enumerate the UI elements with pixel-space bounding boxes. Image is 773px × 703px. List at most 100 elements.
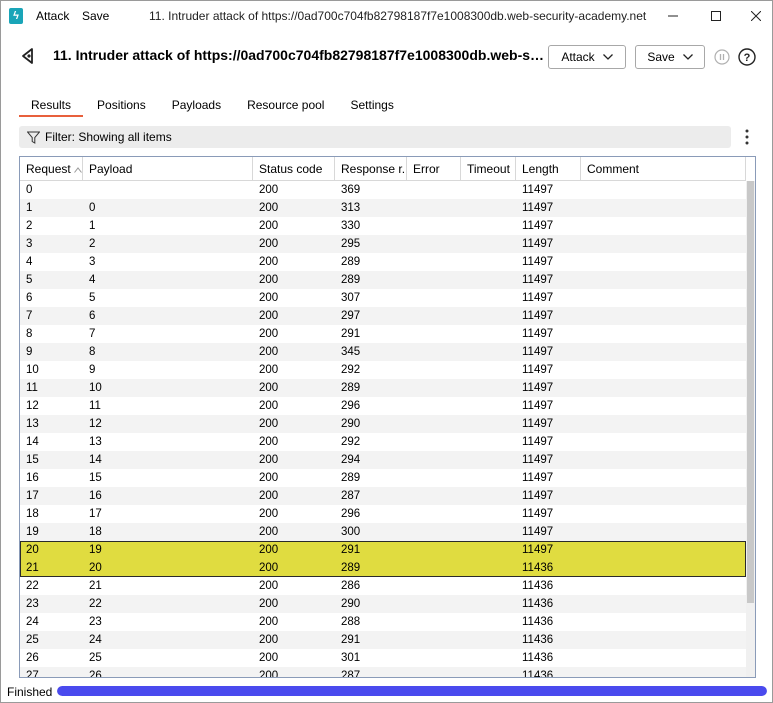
- column-header-status[interactable]: Status code: [253, 157, 335, 181]
- table-row[interactable]: 9 8 200 345 11497: [20, 343, 746, 361]
- cell-payload: 2: [89, 238, 96, 250]
- tab-positions[interactable]: Positions: [85, 95, 158, 117]
- cell-request: 15: [26, 454, 39, 466]
- column-header-request[interactable]: Request: [20, 157, 83, 181]
- help-icon[interactable]: ?: [738, 48, 756, 66]
- menu-save[interactable]: Save: [82, 9, 109, 23]
- close-icon[interactable]: [741, 5, 771, 27]
- cell-length: 11436: [522, 670, 554, 678]
- cell-request: 4: [26, 256, 33, 268]
- tab-results[interactable]: Results: [19, 95, 84, 117]
- attack-button[interactable]: Attack: [548, 45, 626, 69]
- kebab-menu-icon[interactable]: [741, 128, 753, 146]
- cell-payload: 18: [89, 526, 102, 538]
- table-row[interactable]: 15 14 200 294 11497: [20, 451, 746, 469]
- table-row[interactable]: 14 13 200 292 11497: [20, 433, 746, 451]
- table-row[interactable]: 11 10 200 289 11497: [20, 379, 746, 397]
- table-row[interactable]: 2 1 200 330 11497: [20, 217, 746, 235]
- table-row[interactable]: 18 17 200 296 11497: [20, 505, 746, 523]
- cell-status: 200: [259, 292, 279, 304]
- table-row[interactable]: 24 23 200 288 11436: [20, 613, 746, 631]
- table-row[interactable]: 4 3 200 289 11497: [20, 253, 746, 271]
- column-header-label: Request: [26, 162, 71, 176]
- progress-fill: [57, 686, 767, 696]
- burp-app-icon: ϟ: [9, 8, 23, 24]
- table-row[interactable]: 6 5 200 307 11497: [20, 289, 746, 307]
- cell-length: 11497: [522, 310, 554, 322]
- table-row[interactable]: 25 24 200 291 11436: [20, 631, 746, 649]
- tab-payloads[interactable]: Payloads: [160, 95, 233, 117]
- cell-status: 200: [259, 418, 279, 430]
- cell-response: 345: [341, 346, 361, 358]
- menu-attack[interactable]: Attack: [36, 9, 69, 23]
- cell-request: 18: [26, 508, 39, 520]
- column-header-label: Timeout: [467, 162, 510, 176]
- table-row[interactable]: 1 0 200 313 11497: [20, 199, 746, 217]
- cell-length: 11497: [522, 400, 554, 412]
- cell-length: 11436: [522, 652, 554, 664]
- table-row[interactable]: 13 12 200 290 11497: [20, 415, 746, 433]
- table-header: Request Payload Status code Response r... Er…: [20, 157, 746, 181]
- cell-request: 23: [26, 598, 39, 610]
- table-row[interactable]: 5 4 200 289 11497: [20, 271, 746, 289]
- column-header-payload[interactable]: Payload: [83, 157, 253, 181]
- column-header-label: Length: [522, 162, 559, 176]
- table-row[interactable]: 22 21 200 286 11436: [20, 577, 746, 595]
- cell-status: 200: [259, 184, 279, 196]
- back-target-icon[interactable]: [19, 46, 39, 66]
- save-button[interactable]: Save: [635, 45, 705, 69]
- save-button-label: Save: [647, 50, 675, 64]
- minimize-icon[interactable]: [658, 5, 688, 27]
- table-row[interactable]: 21 20 200 289 11436: [20, 559, 746, 577]
- cell-response: 291: [341, 328, 361, 340]
- table-row[interactable]: 0 200 369 11497: [20, 181, 746, 199]
- table-row[interactable]: 16 15 200 289 11497: [20, 469, 746, 487]
- table-row[interactable]: 10 9 200 292 11497: [20, 361, 746, 379]
- cell-status: 200: [259, 544, 279, 556]
- attack-button-label: Attack: [561, 50, 595, 64]
- cell-payload: 13: [89, 436, 102, 448]
- cell-length: 11436: [522, 580, 554, 592]
- table-row[interactable]: 17 16 200 287 11497: [20, 487, 746, 505]
- table-row[interactable]: 8 7 200 291 11497: [20, 325, 746, 343]
- column-header-error[interactable]: Error: [407, 157, 461, 181]
- column-header-response[interactable]: Response r...: [335, 157, 407, 181]
- table-row[interactable]: 19 18 200 300 11497: [20, 523, 746, 541]
- cell-length: 11497: [522, 490, 554, 502]
- maximize-icon[interactable]: [701, 5, 731, 27]
- cell-payload: 24: [89, 634, 102, 646]
- tab-settings[interactable]: Settings: [338, 95, 405, 117]
- vertical-scrollbar[interactable]: [746, 181, 755, 677]
- table-row[interactable]: 26 25 200 301 11436: [20, 649, 746, 667]
- cell-length: 11497: [522, 184, 554, 196]
- filter-bar[interactable]: Filter: Showing all items: [19, 126, 731, 148]
- table-row[interactable]: 23 22 200 290 11436: [20, 595, 746, 613]
- table-row[interactable]: 12 11 200 296 11497: [20, 397, 746, 415]
- cell-response: 292: [341, 436, 361, 448]
- tab-resource-pool[interactable]: Resource pool: [235, 95, 336, 117]
- cell-length: 11497: [522, 328, 554, 340]
- table-row[interactable]: 3 2 200 295 11497: [20, 235, 746, 253]
- cell-request: 26: [26, 652, 39, 664]
- cell-length: 11497: [522, 274, 554, 286]
- cell-response: 291: [341, 544, 361, 556]
- column-header-comment[interactable]: Comment: [581, 157, 746, 181]
- cell-response: 291: [341, 634, 361, 646]
- column-header-timeout[interactable]: Timeout: [461, 157, 516, 181]
- scrollbar-thumb[interactable]: [747, 181, 754, 603]
- cell-response: 287: [341, 670, 361, 678]
- column-header-length[interactable]: Length: [516, 157, 581, 181]
- cell-response: 301: [341, 652, 361, 664]
- table-row[interactable]: 27 26 200 287 11436: [20, 667, 746, 678]
- cell-length: 11497: [522, 256, 554, 268]
- cell-length: 11436: [522, 634, 554, 646]
- cell-payload: 0: [89, 202, 96, 214]
- pause-icon[interactable]: [713, 48, 731, 66]
- status-bar: Finished: [1, 680, 772, 702]
- table-row[interactable]: 20 19 200 291 11497: [20, 541, 746, 559]
- cell-length: 11497: [522, 418, 554, 430]
- cell-length: 11497: [522, 202, 554, 214]
- cell-status: 200: [259, 490, 279, 502]
- cell-status: 200: [259, 670, 279, 678]
- table-row[interactable]: 7 6 200 297 11497: [20, 307, 746, 325]
